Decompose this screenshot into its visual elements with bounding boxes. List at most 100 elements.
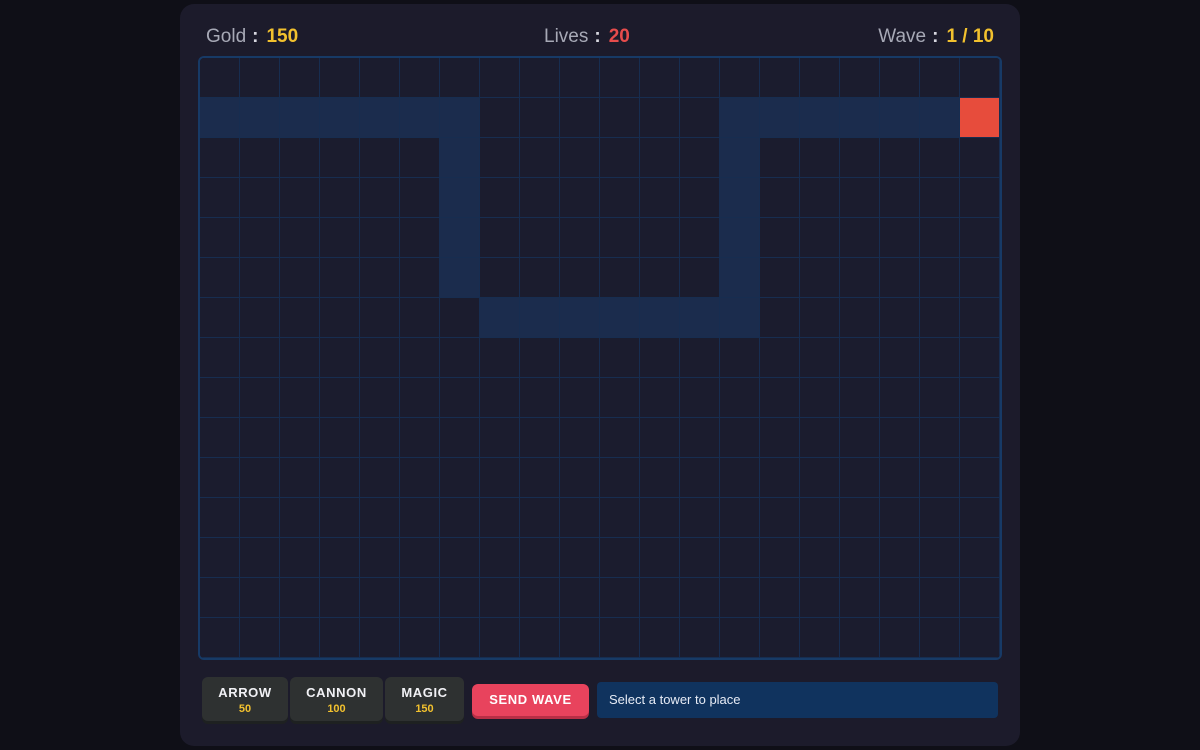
grid-cell[interactable]: [640, 98, 680, 138]
grid-cell[interactable]: [760, 298, 800, 338]
grid-cell[interactable]: [240, 538, 280, 578]
grid-cell[interactable]: [960, 378, 1000, 418]
grid-cell[interactable]: [360, 418, 400, 458]
grid-cell[interactable]: [240, 298, 280, 338]
grid-cell[interactable]: [280, 418, 320, 458]
grid-cell[interactable]: [880, 538, 920, 578]
grid-cell[interactable]: [720, 338, 760, 378]
grid-cell[interactable]: [320, 338, 360, 378]
grid-cell[interactable]: [840, 458, 880, 498]
grid-cell[interactable]: [760, 338, 800, 378]
grid-cell[interactable]: [960, 538, 1000, 578]
grid-cell[interactable]: [680, 218, 720, 258]
grid-cell[interactable]: [200, 178, 240, 218]
grid-cell[interactable]: [840, 298, 880, 338]
board-grid[interactable]: [200, 58, 1000, 658]
grid-cell[interactable]: [640, 378, 680, 418]
grid-cell[interactable]: [960, 458, 1000, 498]
path-cell[interactable]: [680, 298, 720, 338]
grid-cell[interactable]: [760, 58, 800, 98]
grid-cell[interactable]: [280, 258, 320, 298]
grid-cell[interactable]: [560, 58, 600, 98]
grid-cell[interactable]: [920, 258, 960, 298]
grid-cell[interactable]: [200, 298, 240, 338]
grid-cell[interactable]: [560, 138, 600, 178]
grid-cell[interactable]: [800, 618, 840, 658]
grid-cell[interactable]: [680, 98, 720, 138]
grid-cell[interactable]: [560, 418, 600, 458]
grid-cell[interactable]: [320, 378, 360, 418]
grid-cell[interactable]: [360, 138, 400, 178]
grid-cell[interactable]: [320, 218, 360, 258]
grid-cell[interactable]: [200, 58, 240, 98]
grid-cell[interactable]: [840, 618, 880, 658]
path-cell[interactable]: [920, 98, 960, 138]
grid-cell[interactable]: [920, 618, 960, 658]
grid-cell[interactable]: [960, 58, 1000, 98]
grid-cell[interactable]: [920, 498, 960, 538]
grid-cell[interactable]: [600, 138, 640, 178]
grid-cell[interactable]: [520, 418, 560, 458]
grid-cell[interactable]: [480, 218, 520, 258]
grid-cell[interactable]: [520, 378, 560, 418]
grid-cell[interactable]: [600, 218, 640, 258]
grid-cell[interactable]: [600, 418, 640, 458]
grid-cell[interactable]: [520, 138, 560, 178]
grid-cell[interactable]: [600, 98, 640, 138]
path-cell[interactable]: [840, 98, 880, 138]
grid-cell[interactable]: [760, 578, 800, 618]
grid-cell[interactable]: [600, 458, 640, 498]
grid-cell[interactable]: [320, 138, 360, 178]
grid-cell[interactable]: [320, 258, 360, 298]
grid-cell[interactable]: [480, 498, 520, 538]
grid-cell[interactable]: [520, 618, 560, 658]
grid-cell[interactable]: [960, 618, 1000, 658]
grid-cell[interactable]: [960, 578, 1000, 618]
grid-cell[interactable]: [680, 378, 720, 418]
grid-cell[interactable]: [800, 138, 840, 178]
grid-cell[interactable]: [800, 538, 840, 578]
grid-cell[interactable]: [800, 338, 840, 378]
grid-cell[interactable]: [360, 258, 400, 298]
grid-cell[interactable]: [880, 138, 920, 178]
arrow-tower-button[interactable]: ARROW 50: [202, 677, 288, 721]
grid-cell[interactable]: [800, 58, 840, 98]
grid-cell[interactable]: [280, 498, 320, 538]
grid-cell[interactable]: [840, 178, 880, 218]
grid-cell[interactable]: [560, 538, 600, 578]
grid-cell[interactable]: [720, 538, 760, 578]
grid-cell[interactable]: [760, 498, 800, 538]
grid-cell[interactable]: [960, 498, 1000, 538]
grid-cell[interactable]: [360, 298, 400, 338]
grid-cell[interactable]: [360, 58, 400, 98]
grid-cell[interactable]: [800, 418, 840, 458]
grid-cell[interactable]: [200, 138, 240, 178]
grid-cell[interactable]: [920, 458, 960, 498]
grid-cell[interactable]: [560, 98, 600, 138]
grid-cell[interactable]: [640, 58, 680, 98]
path-cell[interactable]: [720, 138, 760, 178]
grid-cell[interactable]: [560, 218, 600, 258]
grid-cell[interactable]: [640, 618, 680, 658]
grid-cell[interactable]: [640, 258, 680, 298]
grid-cell[interactable]: [400, 378, 440, 418]
grid-cell[interactable]: [600, 178, 640, 218]
grid-cell[interactable]: [200, 418, 240, 458]
grid-cell[interactable]: [320, 538, 360, 578]
grid-cell[interactable]: [480, 378, 520, 418]
grid-cell[interactable]: [280, 178, 320, 218]
grid-cell[interactable]: [400, 618, 440, 658]
grid-cell[interactable]: [400, 498, 440, 538]
grid-cell[interactable]: [960, 338, 1000, 378]
grid-cell[interactable]: [480, 258, 520, 298]
grid-cell[interactable]: [880, 578, 920, 618]
grid-cell[interactable]: [520, 338, 560, 378]
grid-cell[interactable]: [640, 218, 680, 258]
grid-cell[interactable]: [560, 338, 600, 378]
grid-cell[interactable]: [640, 178, 680, 218]
path-cell[interactable]: [400, 98, 440, 138]
grid-cell[interactable]: [840, 258, 880, 298]
path-cell[interactable]: [800, 98, 840, 138]
grid-cell[interactable]: [240, 418, 280, 458]
grid-cell[interactable]: [880, 298, 920, 338]
